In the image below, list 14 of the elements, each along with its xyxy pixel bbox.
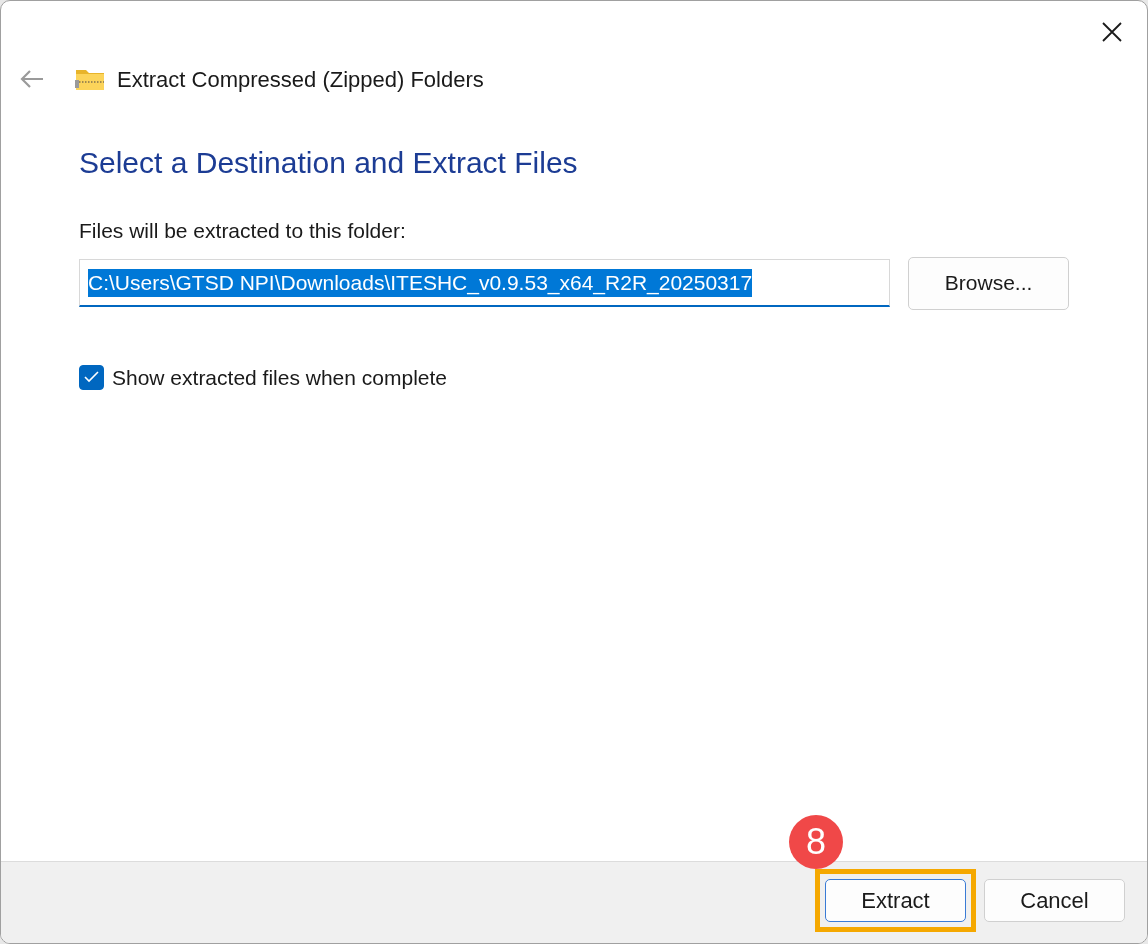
dialog-button[interactable]: Cancel [984,879,1125,922]
destination-field[interactable]: C:\Users\GTSD NPI\Downloads\ITESHC_v0.9.53_x64_R2R_20250317 [79,259,891,307]
checkbox[interactable] [79,364,104,390]
window-title: Extract Compressed (Zipped) Folders [117,65,484,94]
checkbox-label: Show extracted files when complete [112,364,447,391]
destination-label: Files will be extracted to this folder: [79,218,407,244]
back-arrow-icon [19,69,45,89]
close-icon [1102,22,1122,42]
checkmark-icon [84,371,99,384]
step-badge: 8 [789,815,843,869]
browse-button[interactable]: Browse... [908,256,1069,310]
dialog-button[interactable]: Extract [825,879,966,922]
zipped-folder-icon [75,67,105,91]
dialog-heading: Select a Destination and Extract Files [79,145,579,181]
